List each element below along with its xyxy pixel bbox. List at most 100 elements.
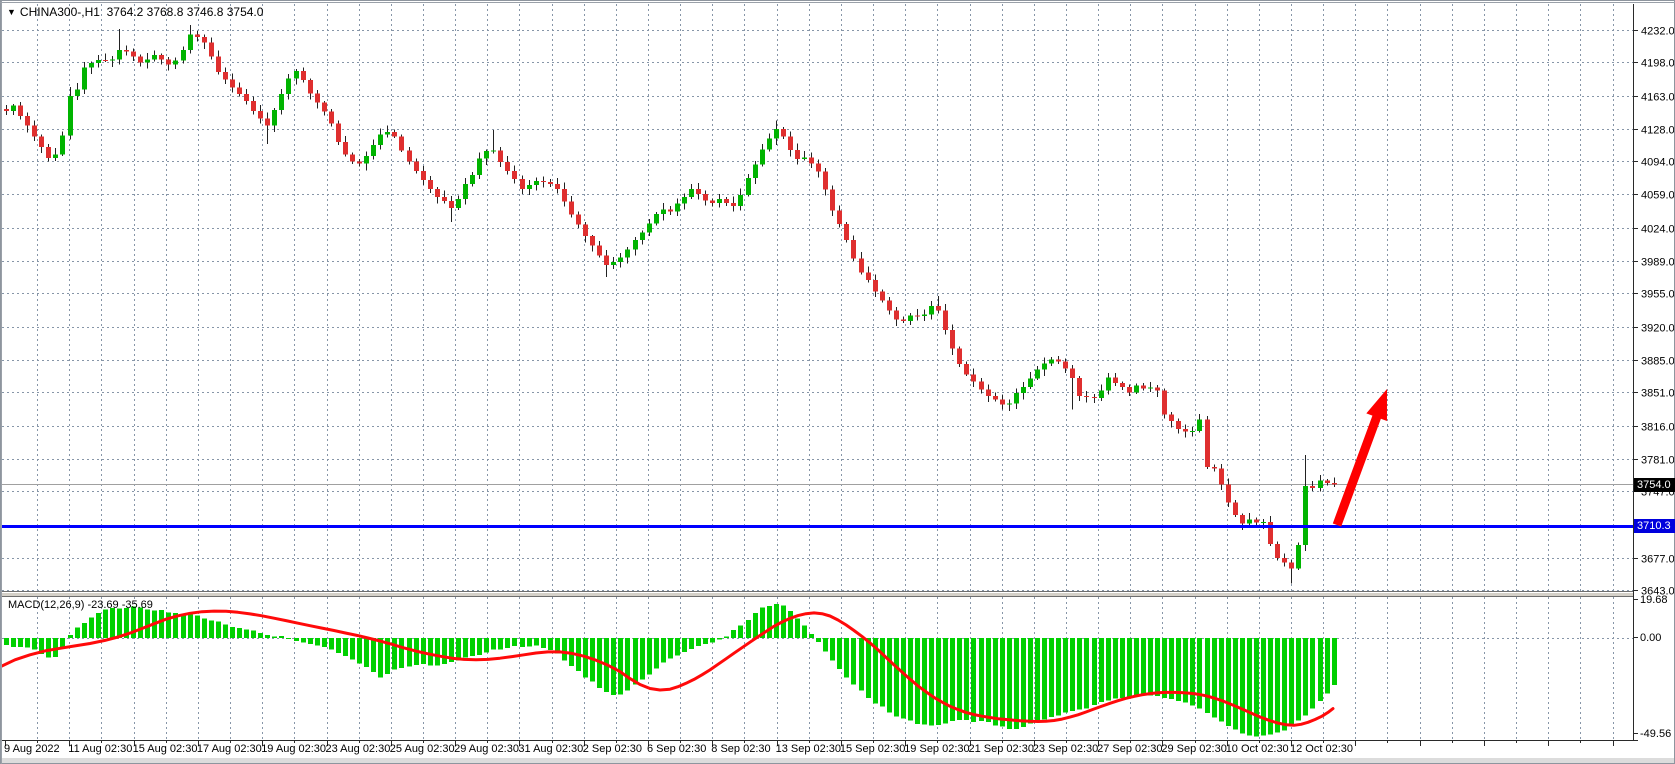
- candle-body: [188, 35, 193, 50]
- macd-bar: [364, 638, 369, 667]
- macd-bar: [1007, 638, 1012, 729]
- macd-bar: [1021, 638, 1026, 727]
- candle-body: [286, 78, 291, 94]
- macd-bar: [647, 638, 652, 674]
- symbol-dropdown-icon[interactable]: ▼: [7, 7, 16, 17]
- candle-body: [837, 210, 842, 223]
- candle-body: [724, 199, 729, 203]
- price-axis-strip[interactable]: [1634, 0, 1675, 764]
- symbol-ohlc-values: 3764.2 3768.8 3746.8 3754.0: [107, 5, 264, 19]
- candle-body: [520, 179, 525, 189]
- candle-body: [110, 59, 115, 60]
- candle-body: [640, 233, 645, 240]
- macd-bar: [618, 638, 623, 694]
- macd-bar: [166, 612, 171, 638]
- candle-body: [470, 175, 475, 184]
- macd-bar: [1148, 638, 1153, 696]
- macd-bar: [1155, 638, 1160, 696]
- candle-body: [993, 396, 998, 400]
- macd-bar: [1219, 638, 1224, 722]
- macd-bar: [859, 638, 864, 690]
- macd-bar: [1325, 638, 1330, 693]
- candle-body: [449, 201, 454, 208]
- candle-body: [703, 194, 708, 200]
- candle-body: [258, 111, 263, 118]
- candle-body: [223, 72, 228, 80]
- candle-body: [527, 185, 532, 189]
- time-tick-label: 8 Sep 02:30: [711, 743, 770, 755]
- macd-bar: [668, 638, 673, 658]
- candle-body: [816, 164, 821, 172]
- candle-body: [710, 200, 715, 203]
- candle-body: [1289, 562, 1294, 568]
- macd-bar: [816, 638, 821, 642]
- candle-body: [279, 94, 284, 110]
- macd-bar: [1169, 638, 1174, 699]
- macd-bar: [477, 638, 482, 655]
- macd-bar: [392, 638, 397, 670]
- chart-canvas[interactable]: 4232.04198.04163.04128.04094.04059.04024…: [0, 0, 1675, 764]
- candle-body: [682, 197, 687, 203]
- macd-bar: [89, 618, 94, 638]
- macd-bar: [294, 638, 299, 641]
- macd-bar: [484, 638, 489, 652]
- candle-body: [894, 310, 899, 319]
- macd-bar: [1233, 638, 1238, 730]
- macd-bar: [1310, 638, 1315, 708]
- macd-bar: [986, 638, 991, 722]
- candle-body: [844, 224, 849, 240]
- macd-tick-label: 19.68: [1640, 594, 1668, 606]
- symbol-title: ▼CHINA300-,H1 3764.2 3768.8 3746.8 3754.…: [7, 5, 263, 19]
- candle-body: [39, 136, 44, 146]
- candle-body: [96, 60, 101, 63]
- candle-body: [1332, 483, 1337, 484]
- candle-body: [477, 159, 482, 175]
- macd-bar: [209, 621, 214, 638]
- macd-bar: [1303, 638, 1308, 716]
- macd-bar: [788, 611, 793, 638]
- candle-body: [399, 137, 404, 151]
- candle-body: [866, 272, 871, 280]
- macd-bar: [18, 638, 23, 647]
- candle-body: [880, 291, 885, 300]
- macd-bar: [265, 635, 270, 638]
- candle-body: [738, 195, 743, 206]
- candle-body: [922, 314, 927, 316]
- candle-body: [364, 156, 369, 164]
- support-hline[interactable]: [0, 525, 1633, 528]
- time-tick-label: 19 Aug 02:30: [261, 743, 326, 755]
- macd-bar: [82, 623, 87, 638]
- candle-body: [823, 172, 828, 190]
- chart-window: 4232.04198.04163.04128.04094.04059.04024…: [0, 0, 1675, 764]
- candle-body: [1014, 393, 1019, 403]
- macd-bar: [470, 638, 475, 656]
- macd-bar: [753, 613, 758, 638]
- macd-bar: [195, 616, 200, 638]
- macd-bar: [1127, 638, 1132, 696]
- candle-body: [1035, 370, 1040, 379]
- macd-tick-label: -49.56: [1640, 728, 1671, 740]
- candle-body: [731, 203, 736, 206]
- macd-bar: [96, 613, 101, 638]
- candle-body: [336, 124, 341, 143]
- macd-bar: [1056, 638, 1061, 716]
- candle-body: [908, 316, 913, 322]
- macd-bar: [407, 638, 412, 666]
- macd-bar: [738, 626, 743, 638]
- candle-body: [159, 55, 164, 60]
- candle-body: [753, 164, 758, 177]
- macd-bar: [329, 638, 334, 649]
- candle-body: [1049, 360, 1054, 364]
- macd-bar: [442, 638, 447, 664]
- candle-body: [294, 71, 299, 79]
- candle-body: [1261, 522, 1266, 523]
- macd-bar: [301, 638, 306, 642]
- macd-bar: [1134, 638, 1139, 696]
- candle-body: [611, 262, 616, 265]
- price-tick-label: 4163.0: [1641, 92, 1675, 104]
- macd-bar: [957, 638, 962, 720]
- candle-body: [1113, 377, 1118, 383]
- hline-price-tag[interactable]: 3710.3: [1634, 519, 1675, 533]
- candle-body: [851, 240, 856, 258]
- candle-body: [512, 171, 517, 179]
